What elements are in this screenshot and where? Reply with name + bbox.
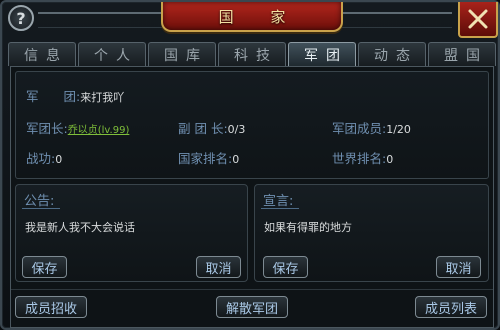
world-rank-value: 0 [386,153,394,166]
leader-row: 军团长:乔以贞(lv.99) [26,118,129,137]
disband-legion-button[interactable]: 解散军团 [216,296,288,318]
window-title: 国 家 [218,7,302,26]
legion-content: 军 团:来打我吖 军团长:乔以贞(lv.99) 副 团 长:0/3 军团成员:1… [10,66,494,328]
recruit-members-button[interactable]: 成员招收 [15,296,87,318]
merit-value: 0 [55,153,63,166]
title-bar: ? 国 家 [2,2,500,40]
notice-title: 公告: [24,194,55,209]
legion-name-label: 军 团: [26,89,81,104]
tab-info[interactable]: 信息 [8,42,76,66]
declaration-text[interactable]: 如果有得罪的地方 [264,219,352,235]
tab-personal[interactable]: 个人 [78,42,146,66]
tab-treasury[interactable]: 国库 [148,42,216,66]
declaration-cancel-button[interactable]: 取消 [436,256,481,278]
country-rank-value: 0 [232,153,240,166]
country-window: ? 国 家 信息 个人 国库 科技 军团 动态 盟国 军 团:来打我吖 军团长:… [0,0,500,330]
country-rank-label: 国家排名: [178,151,233,166]
title-plate: 国 家 [161,2,343,32]
tab-news[interactable]: 动态 [358,42,426,66]
member-list-button[interactable]: 成员列表 [415,296,487,318]
notice-title-underline [22,208,60,209]
notice-cancel-button[interactable]: 取消 [196,256,241,278]
footer-bar: 成员招收 解散军团 成员列表 [11,289,493,327]
merit-label: 战功: [26,151,56,166]
members-row: 军团成员:1/20 [332,118,411,137]
question-mark-icon: ? [16,8,26,28]
help-button[interactable]: ? [8,5,34,31]
legion-info-panel: 军 团:来打我吖 军团长:乔以贞(lv.99) 副 团 长:0/3 军团成员:1… [15,71,489,179]
declaration-title-underline [261,208,299,209]
declaration-title: 宣言: [263,194,294,209]
declaration-box: 宣言: 如果有得罪的地方 保存 取消 [254,184,489,282]
country-rank-row: 国家排名:0 [178,148,239,167]
leader-label: 军团长: [26,121,68,136]
world-rank-label: 世界排名: [332,151,387,166]
close-button[interactable] [458,2,498,38]
tab-allies[interactable]: 盟国 [428,42,496,66]
tab-legion[interactable]: 军团 [288,42,356,66]
notice-save-button[interactable]: 保存 [22,256,67,278]
world-rank-row: 世界排名:0 [332,148,393,167]
legion-name-value: 来打我吖 [80,91,125,104]
notice-box: 公告: 我是新人我不大会说话 保存 取消 [15,184,248,282]
declaration-save-button[interactable]: 保存 [263,256,308,278]
legion-name-row: 军 团:来打我吖 [26,86,124,105]
vice-leader-label: 副 团 长: [178,121,228,136]
members-label: 军团成员: [332,121,387,136]
close-icon [468,9,488,29]
tab-bar: 信息 个人 国库 科技 军团 动态 盟国 [8,42,496,66]
members-value: 1/20 [386,123,411,136]
vice-leader-row: 副 团 长:0/3 [178,118,245,137]
tab-technology[interactable]: 科技 [218,42,286,66]
merit-row: 战功:0 [26,148,62,167]
notice-text[interactable]: 我是新人我不大会说话 [25,219,135,235]
vice-leader-value: 0/3 [227,123,246,136]
leader-link[interactable]: 乔以贞(lv.99) [68,125,130,136]
